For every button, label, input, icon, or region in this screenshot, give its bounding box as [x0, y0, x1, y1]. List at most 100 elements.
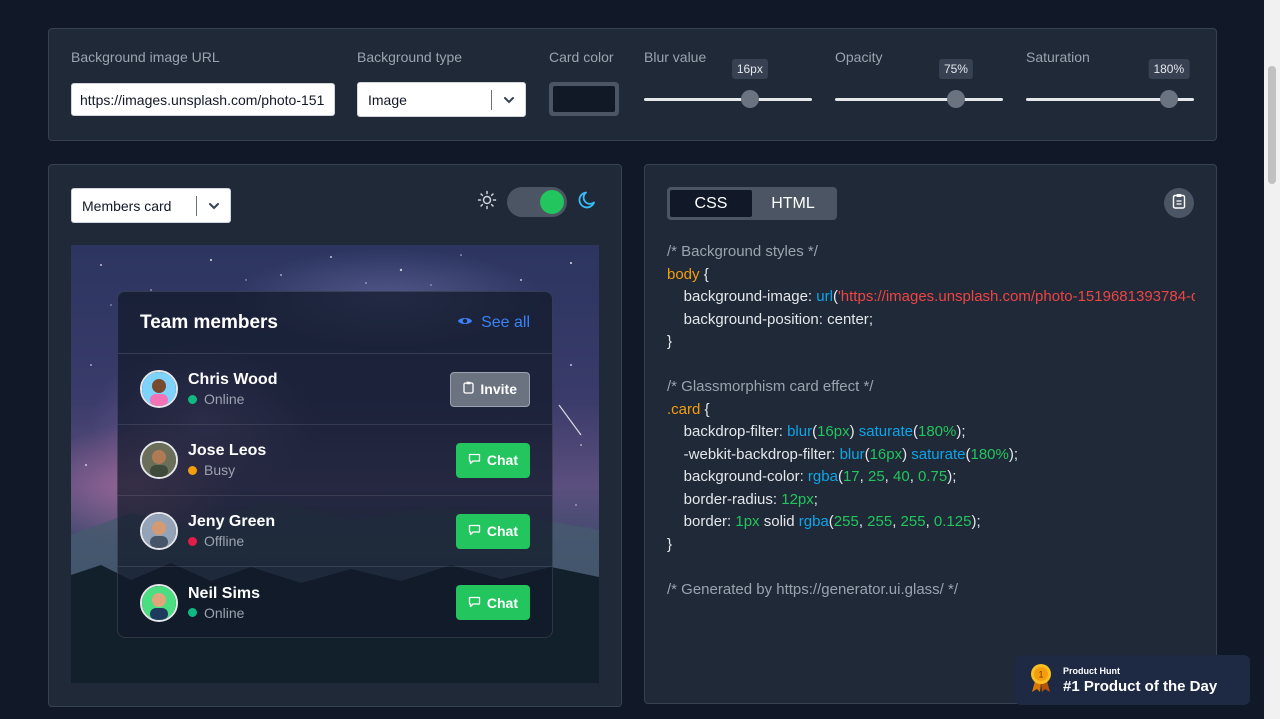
chat-label: Chat: [486, 594, 518, 611]
badge-text: Product Hunt #1 Product of the Day: [1063, 666, 1217, 695]
theme-toggle[interactable]: [507, 187, 567, 217]
member-name: Jeny Green: [188, 513, 276, 530]
slider-track: [835, 98, 1003, 101]
team-members-card: Team members See all Chris Wood Online I…: [117, 291, 553, 638]
card-header: Team members See all: [118, 292, 552, 354]
member-row: Neil Sims Online Chat: [118, 567, 552, 638]
code-function: url: [816, 288, 833, 305]
code-property: border-radius: [683, 490, 773, 508]
chat-icon: [468, 595, 481, 611]
status-dot: [188, 465, 197, 475]
saturation-label: Saturation: [1026, 49, 1090, 65]
code-property: background-color: [683, 468, 800, 485]
see-all-link[interactable]: See all: [457, 314, 530, 332]
chat-button[interactable]: Chat: [455, 442, 530, 478]
chat-icon: [468, 452, 481, 468]
blur-slider[interactable]: 16px: [644, 59, 812, 109]
invite-label: Invite: [480, 381, 517, 397]
clipboard-icon: [1172, 193, 1186, 214]
code-function: blur: [787, 423, 813, 440]
avatar: [140, 441, 178, 479]
code-number: 255: [833, 513, 859, 530]
badge-title: #1 Product of the Day: [1063, 677, 1218, 695]
member-row: Jose Leos Busy Chat: [118, 425, 552, 496]
tab-css[interactable]: CSS: [670, 190, 752, 217]
tab-html[interactable]: HTML: [752, 190, 834, 217]
opacity-slider[interactable]: 75%: [835, 59, 1003, 109]
see-all-label: See all: [481, 313, 530, 331]
member-status: Online: [188, 605, 456, 621]
member-name: Jose Leos: [188, 442, 267, 459]
code-function: saturate: [911, 445, 966, 463]
badge-small-text: Product Hunt: [1063, 665, 1120, 676]
code-number: 12px: [781, 490, 814, 508]
avatar: [140, 583, 178, 622]
scrollbar-thumb[interactable]: [1268, 66, 1276, 184]
code-number: 25: [867, 468, 885, 485]
code-number: 255: [900, 513, 926, 530]
eye-icon: [457, 314, 473, 332]
blur-tooltip: 16px: [731, 59, 768, 79]
chat-button[interactable]: Chat: [455, 513, 530, 549]
card-color-picker[interactable]: [549, 82, 619, 116]
bg-url-label: Background image URL: [71, 49, 220, 65]
code-number: 180%: [917, 423, 957, 440]
card-color-swatch: [553, 86, 615, 112]
code-tabs: CSS HTML: [667, 187, 837, 220]
card-type-select[interactable]: Members card: [71, 188, 231, 223]
code-property: background-position: [683, 310, 819, 328]
bg-type-select[interactable]: Image: [357, 82, 526, 117]
controls-panel: Background image URL Background type Ima…: [48, 28, 1217, 141]
card-color-label: Card color: [549, 49, 614, 65]
member-status: Online: [188, 391, 450, 407]
code-comment: /* Generated by https://generator.ui.gla…: [667, 580, 959, 598]
member-status: Busy: [188, 462, 456, 478]
opacity-tooltip: 75%: [938, 59, 973, 79]
bg-url-input[interactable]: [71, 83, 335, 116]
bg-type-value: Image: [368, 91, 407, 108]
code-value: center: [827, 310, 869, 328]
moon-icon: [577, 189, 599, 216]
status-text: Online: [204, 391, 245, 407]
status-text: Offline: [204, 533, 245, 549]
code-property: border: [683, 513, 728, 530]
copy-button[interactable]: [1164, 188, 1194, 218]
page-scrollbar[interactable]: [1264, 0, 1280, 719]
code-property: -webkit-backdrop-filter: [683, 445, 832, 463]
bg-type-label: Background type: [357, 49, 463, 65]
code-number: 40: [893, 468, 910, 485]
code-number: 16px: [817, 423, 850, 440]
code-property: background-image: [683, 288, 808, 305]
code-function: rgba: [798, 513, 829, 530]
theme-toggle-area: [477, 187, 599, 217]
code-function: saturate: [858, 423, 913, 440]
code-number: 180%: [970, 445, 1009, 463]
code-selector: body: [667, 265, 700, 283]
code-selector: .card: [667, 400, 701, 418]
slider-thumb[interactable]: [946, 90, 965, 108]
invite-button[interactable]: Invite: [450, 371, 530, 407]
code-number: 1px: [735, 513, 760, 530]
code-comment: /* Glassmorphism card effect */: [667, 378, 874, 395]
code-number: 17: [842, 468, 860, 485]
code-property: backdrop-filter: [683, 423, 779, 440]
saturation-slider[interactable]: 180%: [1026, 59, 1194, 109]
chat-button[interactable]: Chat: [455, 585, 530, 620]
code-number: 0.75: [918, 468, 948, 485]
product-hunt-badge[interactable]: 1 Product Hunt #1 Product of the Day: [1015, 655, 1250, 705]
avatar: [140, 512, 178, 550]
medal-number: 1: [1038, 669, 1043, 679]
blur-label: Blur value: [644, 49, 707, 65]
code-number: 16px: [869, 445, 903, 463]
slider-thumb[interactable]: [740, 90, 759, 108]
clipboard-icon: [463, 381, 475, 397]
member-info: Neil Sims Online: [188, 585, 456, 621]
code-panel: CSS HTML /* Background styles */ body { …: [644, 164, 1217, 704]
code-value: solid: [763, 513, 795, 530]
slider-track: [644, 98, 812, 101]
toggle-knob: [540, 190, 564, 214]
sun-icon: [477, 190, 497, 215]
slider-thumb[interactable]: [1159, 90, 1178, 108]
member-name: Chris Wood: [188, 371, 278, 388]
member-row: Chris Wood Online Invite: [118, 354, 552, 425]
